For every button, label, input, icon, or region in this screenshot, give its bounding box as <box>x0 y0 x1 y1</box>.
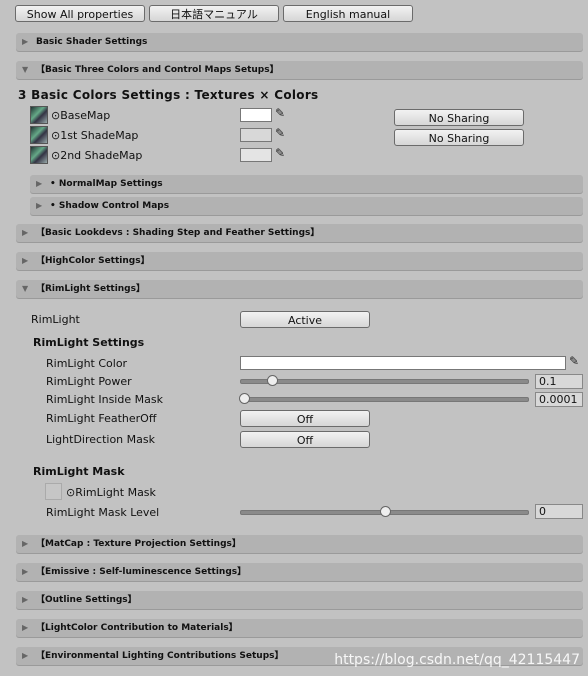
rimlight-inside-mask-slider[interactable] <box>240 397 529 402</box>
english-manual-button[interactable]: English manual <box>283 5 413 22</box>
rimlight-mask-level-input[interactable]: 0 <box>535 504 583 519</box>
section-title: 【Environmental Lighting Contributions Se… <box>36 651 284 661</box>
rimlight-power-input[interactable]: 0.1 <box>535 374 583 389</box>
eyedropper-icon[interactable]: ✎ <box>275 146 285 160</box>
basemap-color-field[interactable] <box>240 108 272 122</box>
section-basic-three-colors[interactable]: ▼ 【Basic Three Colors and Control Maps Se… <box>16 61 583 79</box>
expand-arrow-icon: ▶ <box>22 539 29 548</box>
section-shadow-control[interactable]: ▶ • Shadow Control Maps <box>30 197 583 215</box>
no-sharing-button-1[interactable]: No Sharing <box>394 109 524 126</box>
section-lightcolor[interactable]: ▶ 【LightColor Contribution to Materials】 <box>16 619 583 637</box>
section-title: 【Basic Three Colors and Control Maps Set… <box>36 65 279 75</box>
slider-thumb[interactable] <box>380 506 391 517</box>
2nd-shademap-color-field[interactable] <box>240 148 272 162</box>
2nd-shademap-thumbnail[interactable] <box>30 146 48 164</box>
basemap-label: ⊙BaseMap <box>51 109 111 122</box>
rimlight-color-label: RimLight Color <box>46 357 128 370</box>
section-title: • NormalMap Settings <box>50 179 163 189</box>
rimlight-settings-title: RimLight Settings <box>33 336 145 349</box>
section-title: Basic Shader Settings <box>36 37 148 47</box>
section-matcap[interactable]: ▶ 【MatCap : Texture Projection Settings】 <box>16 535 583 553</box>
show-all-properties-button[interactable]: Show All properties <box>15 5 145 22</box>
no-sharing-button-2[interactable]: No Sharing <box>394 129 524 146</box>
expand-arrow-icon: ▶ <box>22 651 29 660</box>
1st-shademap-label: ⊙1st ShadeMap <box>51 129 139 142</box>
section-title: 【Emissive : Self-luminescence Settings】 <box>36 567 247 577</box>
1st-shademap-thumbnail[interactable] <box>30 126 48 144</box>
section-basic-shader[interactable]: ▶ Basic Shader Settings <box>16 33 583 51</box>
section-outline[interactable]: ▶ 【Outline Settings】 <box>16 591 583 609</box>
section-rimlight[interactable]: ▼ 【RimLight Settings】 <box>16 280 583 298</box>
section-lookdevs[interactable]: ▶ 【Basic Lookdevs : Shading Step and Feat… <box>16 224 583 242</box>
watermark: https://blog.csdn.net/qq_42115447 <box>334 652 580 668</box>
eyedropper-icon[interactable]: ✎ <box>275 106 285 120</box>
expand-arrow-icon: ▶ <box>36 179 43 188</box>
rimlight-color-field[interactable] <box>240 356 566 370</box>
collapse-arrow-icon: ▼ <box>22 65 29 74</box>
expand-arrow-icon: ▶ <box>22 567 29 576</box>
expand-arrow-icon: ▶ <box>22 256 29 265</box>
rimlight-featheroff-label: RimLight FeatherOff <box>46 412 157 425</box>
basic-colors-title: 3 Basic Colors Settings : Textures × Col… <box>18 88 319 102</box>
expand-arrow-icon: ▶ <box>22 595 29 604</box>
expand-arrow-icon: ▶ <box>36 201 43 210</box>
section-title: 【RimLight Settings】 <box>36 284 145 294</box>
section-title: 【Outline Settings】 <box>36 595 137 605</box>
rimlight-label: RimLight <box>31 313 80 326</box>
lightdirection-mask-label: LightDirection Mask <box>46 433 155 446</box>
rimlight-mask-texture-slot[interactable] <box>45 483 62 500</box>
expand-arrow-icon: ▶ <box>22 228 29 237</box>
section-title: 【HighColor Settings】 <box>36 256 150 266</box>
eyedropper-icon[interactable]: ✎ <box>569 354 579 368</box>
eyedropper-icon[interactable]: ✎ <box>275 126 285 140</box>
section-emissive[interactable]: ▶ 【Emissive : Self-luminescence Settings】 <box>16 563 583 581</box>
rimlight-power-label: RimLight Power <box>46 375 132 388</box>
japanese-manual-button[interactable]: 日本語マニュアル <box>149 5 279 22</box>
lightdirection-mask-toggle[interactable]: Off <box>240 431 370 448</box>
section-normalmap[interactable]: ▶ • NormalMap Settings <box>30 175 583 193</box>
slider-thumb[interactable] <box>239 393 250 404</box>
rimlight-mask-title: RimLight Mask <box>33 465 125 478</box>
slider-thumb[interactable] <box>267 375 278 386</box>
section-highcolor[interactable]: ▶ 【HighColor Settings】 <box>16 252 583 270</box>
rimlight-featheroff-toggle[interactable]: Off <box>240 410 370 427</box>
section-title: • Shadow Control Maps <box>50 201 170 211</box>
rimlight-mask-level-label: RimLight Mask Level <box>46 506 160 519</box>
expand-arrow-icon: ▶ <box>22 37 29 46</box>
2nd-shademap-label: ⊙2nd ShadeMap <box>51 149 143 162</box>
rimlight-inside-mask-input[interactable]: 0.0001 <box>535 392 583 407</box>
rimlight-active-toggle[interactable]: Active <box>240 311 370 328</box>
section-title: 【MatCap : Texture Projection Settings】 <box>36 539 241 549</box>
section-title: 【Basic Lookdevs : Shading Step and Feath… <box>36 228 320 238</box>
rimlight-mask-texture-label: ⊙RimLight Mask <box>66 486 156 499</box>
collapse-arrow-icon: ▼ <box>22 284 29 293</box>
basemap-thumbnail[interactable] <box>30 106 48 124</box>
rimlight-inside-mask-label: RimLight Inside Mask <box>46 393 163 406</box>
expand-arrow-icon: ▶ <box>22 623 29 632</box>
1st-shademap-color-field[interactable] <box>240 128 272 142</box>
section-title: 【LightColor Contribution to Materials】 <box>36 623 238 633</box>
rimlight-power-slider[interactable] <box>240 379 529 384</box>
